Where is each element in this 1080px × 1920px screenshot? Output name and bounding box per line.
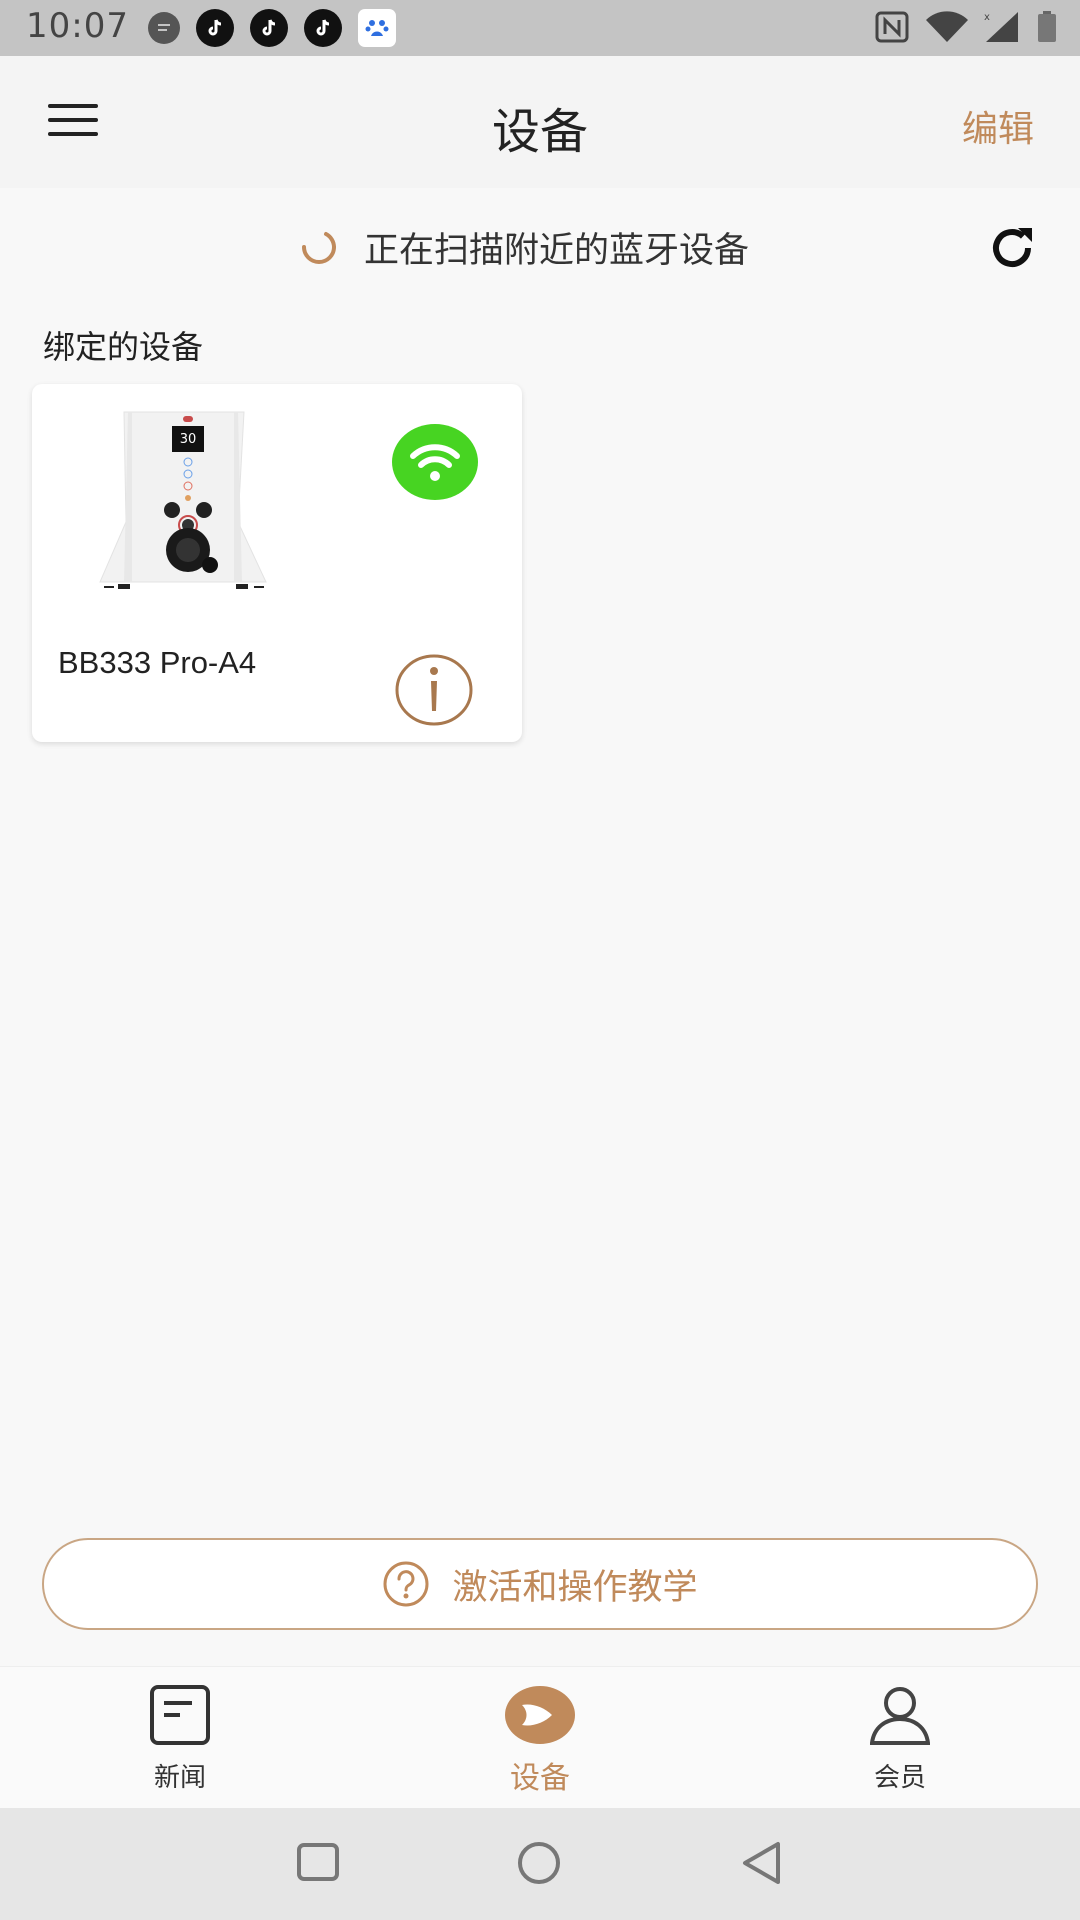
info-icon[interactable]: [394, 652, 474, 728]
svg-text:30: 30: [180, 432, 197, 447]
notification-icons: [148, 9, 396, 47]
system-icons: x: [874, 10, 1058, 44]
news-icon: [150, 1685, 210, 1745]
nav-label-device: 设备: [510, 1761, 570, 1796]
nav-item-device[interactable]: 设备: [440, 1667, 640, 1809]
bottom-nav: 新闻 设备 会员: [0, 1666, 1080, 1808]
tiktok-icon: [250, 9, 288, 47]
nav-label-member: 会员: [873, 1763, 926, 1793]
nav-item-news[interactable]: 新闻: [80, 1667, 280, 1809]
signal-icon: x: [984, 12, 1018, 42]
page-title: 设备: [491, 104, 588, 160]
scan-status-text: 正在扫描附近的蓝牙设备: [364, 231, 750, 271]
status-time: 10:07: [26, 6, 129, 46]
nav-label-news: 新闻: [153, 1763, 206, 1793]
baidu-icon: [358, 9, 396, 47]
home-icon[interactable]: [514, 1838, 564, 1888]
svg-text:x: x: [984, 12, 990, 23]
nav-item-member[interactable]: 会员: [800, 1667, 1000, 1809]
tutorial-label: 激活和操作教学: [452, 1567, 698, 1608]
wifi-connected-icon: [392, 424, 478, 500]
battery-icon: [1038, 11, 1056, 42]
help-icon: [383, 1561, 429, 1607]
status-bar: 10:07 x: [0, 0, 1080, 56]
nfc-icon: [875, 11, 909, 43]
system-nav-bar: [0, 1808, 1080, 1920]
message-icon: [148, 12, 180, 44]
device-card[interactable]: 30 BB333 Pro-A4: [32, 384, 522, 742]
bound-devices-label: 绑定的设备: [43, 328, 204, 366]
device-image: 30: [99, 411, 267, 589]
tiktok-icon: [304, 9, 342, 47]
refresh-icon[interactable]: [984, 220, 1040, 276]
edit-button[interactable]: 编辑: [962, 100, 1034, 152]
member-icon: [870, 1687, 930, 1745]
tiktok-icon: [196, 9, 234, 47]
loading-spinner-icon: [302, 232, 336, 264]
device-icon: [505, 1686, 575, 1744]
scan-status: 正在扫描附近的蓝牙设备: [0, 210, 1080, 280]
back-icon[interactable]: [738, 1838, 788, 1888]
wifi-icon: [926, 11, 968, 42]
recents-icon[interactable]: [294, 1838, 344, 1888]
device-name: BB333 Pro-A4: [58, 645, 257, 680]
tutorial-button[interactable]: 激活和操作教学: [42, 1538, 1038, 1630]
app-header: 设备 编辑: [0, 56, 1080, 188]
